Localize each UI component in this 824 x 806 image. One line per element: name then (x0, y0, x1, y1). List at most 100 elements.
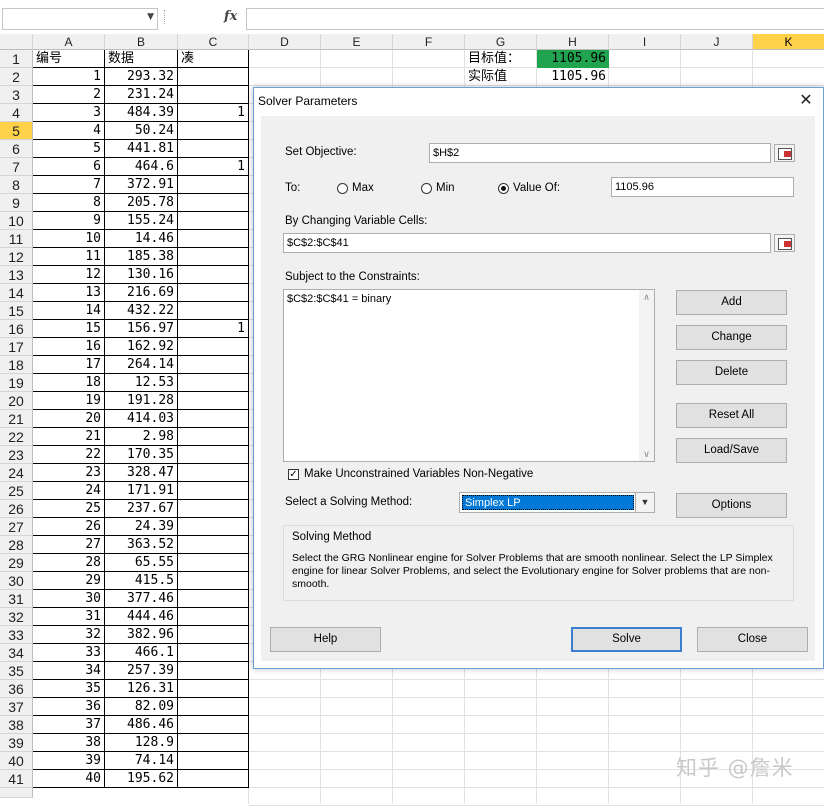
table-cell-flag[interactable] (178, 212, 249, 230)
solve-button[interactable]: Solve (571, 627, 682, 652)
table-cell-id[interactable]: 14 (33, 302, 105, 320)
row-header[interactable]: 14 (0, 284, 33, 302)
radio-value-of[interactable]: Value Of: (498, 182, 560, 194)
name-box[interactable]: ▼ (2, 8, 158, 30)
table-cell-flag[interactable] (178, 356, 249, 374)
table-cell-id[interactable]: 9 (33, 212, 105, 230)
table-cell-value[interactable]: 50.24 (105, 122, 178, 140)
row-header[interactable]: 41 (0, 770, 33, 788)
table-cell-value[interactable]: 2.98 (105, 428, 178, 446)
table-cell-value[interactable]: 82.09 (105, 698, 178, 716)
column-header-b[interactable]: B (105, 34, 178, 50)
table-cell-flag[interactable] (178, 392, 249, 410)
column-header-c[interactable]: C (178, 34, 249, 50)
table-cell-id[interactable]: 16 (33, 338, 105, 356)
table-cell-value[interactable]: 205.78 (105, 194, 178, 212)
header-cell[interactable]: 数据 (105, 50, 178, 68)
table-cell-id[interactable]: 3 (33, 104, 105, 122)
table-cell-value[interactable]: 24.39 (105, 518, 178, 536)
table-cell-flag[interactable] (178, 338, 249, 356)
constraints-scrollbar[interactable]: ∧ ∨ (639, 290, 654, 461)
row-header[interactable]: 33 (0, 626, 33, 644)
table-cell-id[interactable]: 25 (33, 500, 105, 518)
table-cell-flag[interactable] (178, 428, 249, 446)
table-cell-flag[interactable] (178, 680, 249, 698)
table-cell-id[interactable]: 29 (33, 572, 105, 590)
table-cell-value[interactable]: 231.24 (105, 86, 178, 104)
table-cell-id[interactable]: 27 (33, 536, 105, 554)
table-cell-value[interactable]: 441.81 (105, 140, 178, 158)
constraints-list[interactable]: $C$2:$C$41 = binary ∧ ∨ (283, 289, 655, 462)
table-cell-flag[interactable]: 1 (178, 158, 249, 176)
table-cell-value[interactable]: 216.69 (105, 284, 178, 302)
table-cell-id[interactable]: 22 (33, 446, 105, 464)
header-cell[interactable]: 编号 (33, 50, 105, 68)
table-cell-value[interactable]: 257.39 (105, 662, 178, 680)
table-cell-value[interactable]: 162.92 (105, 338, 178, 356)
row-header[interactable]: 22 (0, 428, 33, 446)
row-header[interactable]: 37 (0, 698, 33, 716)
load-save-button[interactable]: Load/Save (676, 438, 787, 463)
row-header[interactable]: 34 (0, 644, 33, 662)
table-cell-value[interactable]: 185.38 (105, 248, 178, 266)
table-cell-id[interactable]: 7 (33, 176, 105, 194)
table-cell-value[interactable]: 363.52 (105, 536, 178, 554)
table-cell-id[interactable]: 15 (33, 320, 105, 338)
row-header[interactable]: 9 (0, 194, 33, 212)
table-cell-flag[interactable] (178, 536, 249, 554)
set-objective-input[interactable]: $H$2 (429, 143, 771, 163)
column-header-h[interactable]: H (537, 34, 609, 50)
table-cell-id[interactable]: 26 (33, 518, 105, 536)
table-cell-flag[interactable] (178, 554, 249, 572)
row-header[interactable]: 13 (0, 266, 33, 284)
table-cell-value[interactable]: 237.67 (105, 500, 178, 518)
table-cell-id[interactable]: 5 (33, 140, 105, 158)
table-cell-id[interactable]: 35 (33, 680, 105, 698)
row-header[interactable]: 31 (0, 590, 33, 608)
row-header[interactable]: 25 (0, 482, 33, 500)
table-cell-id[interactable]: 40 (33, 770, 105, 788)
row-header[interactable]: 32 (0, 608, 33, 626)
table-cell-id[interactable]: 37 (33, 716, 105, 734)
table-cell-flag[interactable] (178, 662, 249, 680)
table-cell-flag[interactable] (178, 500, 249, 518)
column-header-i[interactable]: I (609, 34, 681, 50)
method-select[interactable]: Simplex LP ▼ (459, 492, 655, 513)
table-cell-flag[interactable] (178, 734, 249, 752)
column-header-e[interactable]: E (321, 34, 393, 50)
table-cell-id[interactable]: 10 (33, 230, 105, 248)
radio-value-of-circle[interactable] (498, 182, 509, 194)
range-select-icon[interactable] (774, 144, 795, 162)
column-header-a[interactable]: A (33, 34, 105, 50)
table-cell-value[interactable]: 432.22 (105, 302, 178, 320)
table-cell-id[interactable]: 33 (33, 644, 105, 662)
table-cell-flag[interactable] (178, 374, 249, 392)
nonneg-checkbox[interactable]: ✓ Make Unconstrained Variables Non-Negat… (288, 468, 533, 480)
table-cell-flag[interactable] (178, 698, 249, 716)
table-cell-value[interactable]: 466.1 (105, 644, 178, 662)
table-cell-value[interactable]: 372.91 (105, 176, 178, 194)
table-cell-id[interactable]: 30 (33, 590, 105, 608)
name-box-dropdown-icon[interactable]: ▼ (147, 12, 154, 22)
row-header[interactable]: 11 (0, 230, 33, 248)
table-cell-value[interactable]: 464.6 (105, 158, 178, 176)
constraint-item[interactable]: $C$2:$C$41 = binary (287, 293, 391, 305)
scroll-down-icon[interactable]: ∨ (639, 447, 654, 461)
row-header[interactable]: 21 (0, 410, 33, 428)
table-cell-id[interactable]: 34 (33, 662, 105, 680)
table-cell-flag[interactable] (178, 518, 249, 536)
table-cell-value[interactable]: 14.46 (105, 230, 178, 248)
row-header[interactable]: 38 (0, 716, 33, 734)
table-cell-id[interactable]: 8 (33, 194, 105, 212)
help-button[interactable]: Help (270, 627, 381, 652)
table-cell-flag[interactable] (178, 590, 249, 608)
row-header[interactable]: 12 (0, 248, 33, 266)
table-cell-value[interactable]: 74.14 (105, 752, 178, 770)
row-header[interactable]: 24 (0, 464, 33, 482)
table-cell-id[interactable]: 20 (33, 410, 105, 428)
row-header[interactable]: 17 (0, 338, 33, 356)
radio-max-circle[interactable] (337, 182, 348, 194)
table-cell-id[interactable]: 31 (33, 608, 105, 626)
row-header[interactable]: 28 (0, 536, 33, 554)
table-cell-flag[interactable] (178, 176, 249, 194)
